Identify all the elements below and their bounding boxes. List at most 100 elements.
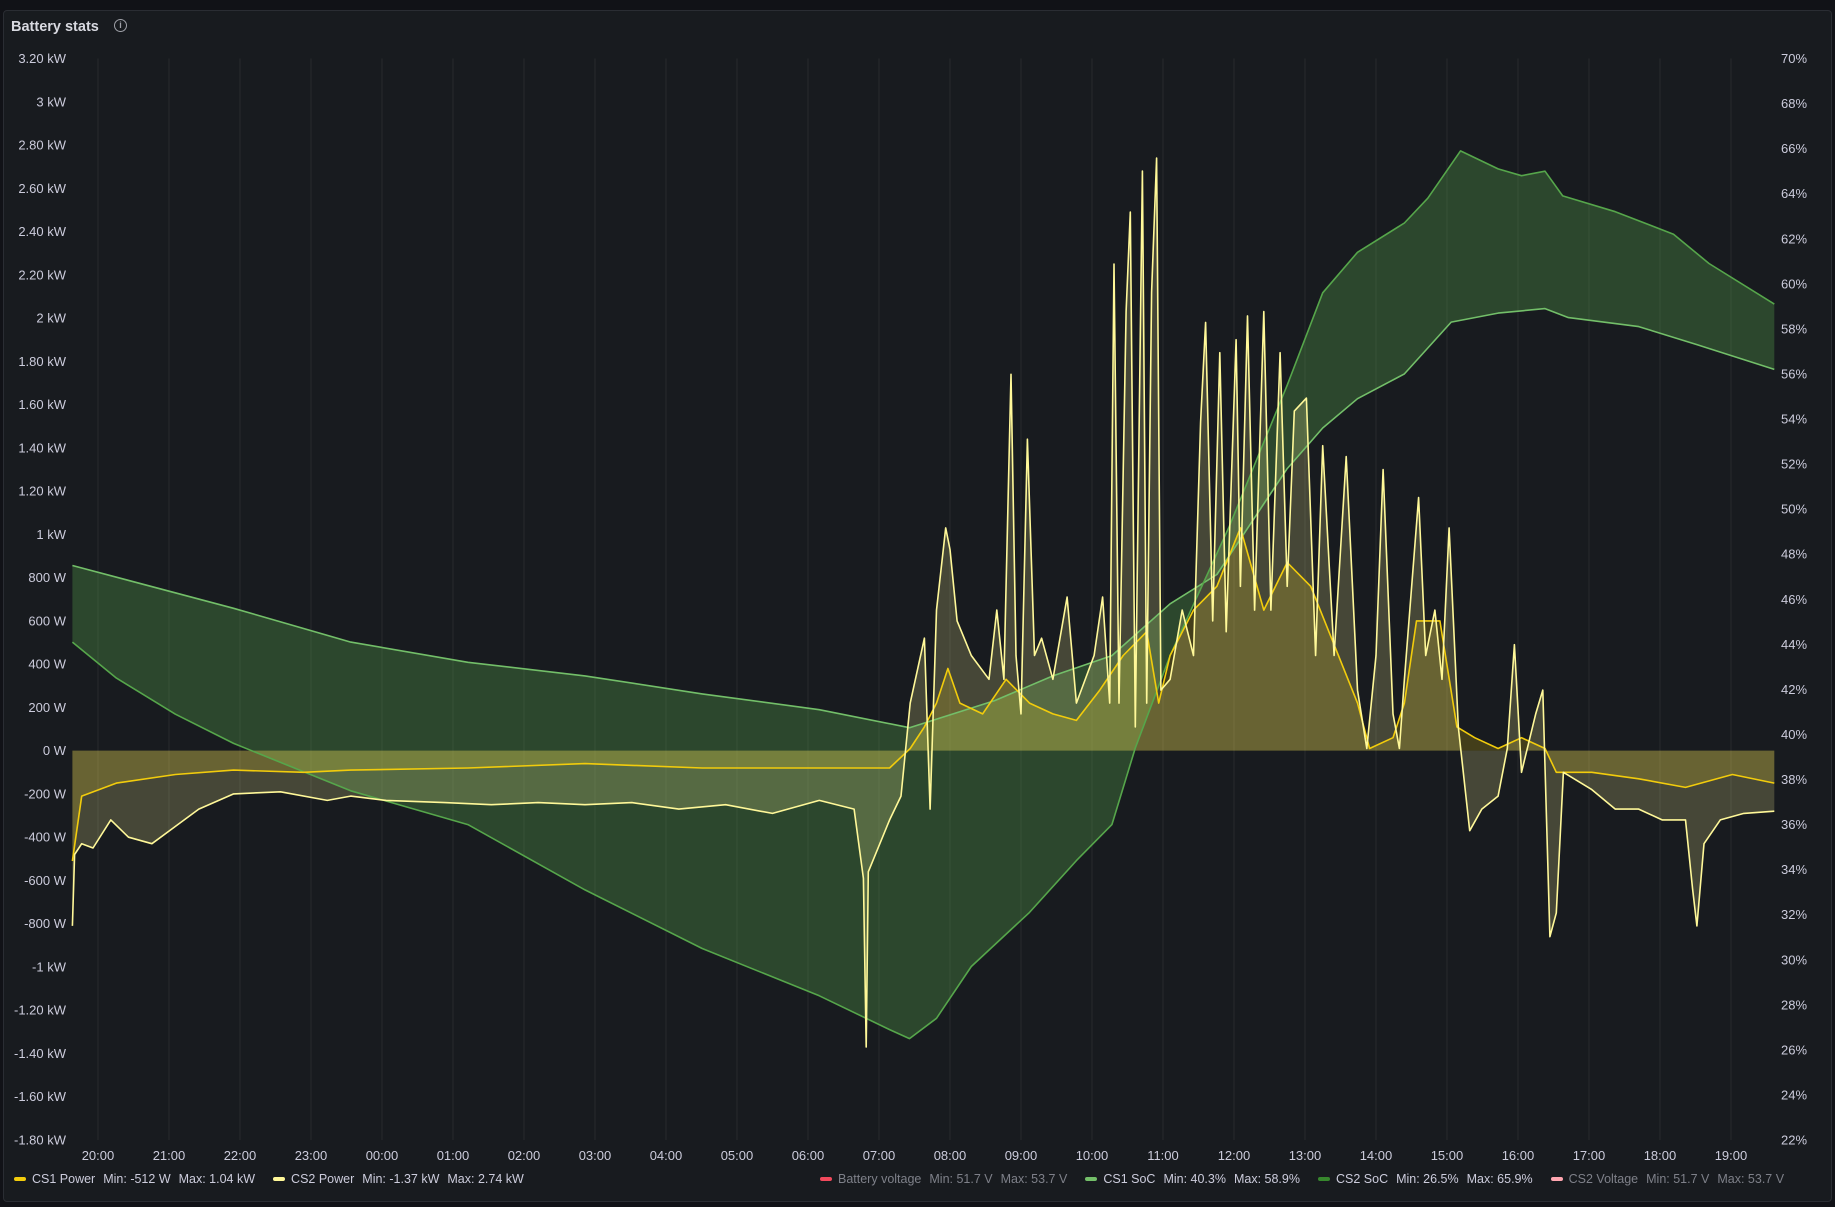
legend-left: CS1 Power Min: -512 W Max: 1.04 kW CS2 P… [14, 1172, 542, 1186]
y-left-tick-label: -800 W [24, 916, 67, 931]
y-left-tick-label: 800 W [28, 570, 66, 585]
y-right-tick-label: 58% [1781, 321, 1807, 336]
legend-swatch [1085, 1177, 1098, 1181]
y-left-tick-label: -1.80 kW [14, 1133, 67, 1148]
y-left-tick-label: -1.20 kW [14, 1003, 67, 1018]
legend-min: Min: 51.7 V [929, 1172, 993, 1186]
y-left-tick-label: 3 kW [36, 94, 66, 109]
x-tick-label: 10:00 [1076, 1148, 1109, 1163]
x-tick-label: 14:00 [1360, 1148, 1393, 1163]
x-tick-label: 11:00 [1147, 1148, 1179, 1163]
y-right-tick-label: 40% [1781, 727, 1807, 742]
legend-item-cs1-soc[interactable]: CS1 SoC Min: 40.3% Max: 58.9% [1085, 1172, 1308, 1186]
legend-min: Min: 51.7 V [1646, 1172, 1710, 1186]
legend-item-cs2-voltage[interactable]: CS2 Voltage Min: 51.7 V Max: 53.7 V [1550, 1172, 1792, 1186]
legend-label: CS1 SoC [1103, 1172, 1156, 1186]
legend-swatch [820, 1177, 832, 1181]
legend-label: Battery voltage [838, 1172, 922, 1186]
legend-label: CS2 SoC [1335, 1172, 1389, 1186]
y-right-tick-label: 66% [1781, 141, 1807, 156]
y-right-tick-label: 44% [1781, 637, 1807, 652]
legend-right: Battery voltage Min: 51.7 V Max: 53.7 V … [820, 1172, 1802, 1186]
x-tick-label: 16:00 [1502, 1148, 1535, 1163]
y-right-tick-label: 28% [1781, 997, 1807, 1012]
y-right-tick-label: 70% [1781, 51, 1807, 66]
x-tick-label: 22:00 [224, 1148, 257, 1163]
legend-max: Max: 53.7 V [1717, 1172, 1785, 1186]
legend-label: CS1 Power [32, 1172, 96, 1186]
y-left-tick-label: 600 W [28, 613, 66, 628]
y-left-tick-label: 2.20 kW [18, 267, 66, 282]
y-left-tick-label: 2 kW [36, 311, 66, 326]
legend-min: Min: -1.37 kW [362, 1172, 440, 1186]
legend-max: Max: 53.7 V [1000, 1172, 1068, 1186]
y-left-tick-label: 3.20 kW [18, 51, 66, 66]
y-left-tick-label: 2.60 kW [18, 181, 66, 196]
battery-chart: 20:00 21:00 22:00 23:00 00:00 01:00 02:00 03:00… [14, 51, 1807, 1163]
y-right-tick-label: 50% [1781, 502, 1807, 517]
y-right-tick-label: 48% [1781, 547, 1807, 562]
x-tick-label: 21:00 [153, 1148, 186, 1163]
x-tick-label: 09:00 [1005, 1148, 1038, 1163]
x-tick-label: 15:00 [1431, 1148, 1464, 1163]
y-left-tick-label: -600 W [24, 873, 67, 888]
legend-max: Max: 65.9% [1466, 1172, 1533, 1186]
legend-min: Min: -512 W [103, 1172, 171, 1186]
y-right-tick-label: 62% [1781, 231, 1807, 246]
y-left-tick-label: 1.40 kW [18, 440, 66, 455]
x-tick-label: 17:00 [1573, 1148, 1606, 1163]
y-right-tick-label: 52% [1781, 457, 1807, 472]
legend-swatch [14, 1177, 26, 1181]
y-left-tick-label: 0 W [43, 743, 67, 758]
soc-band-fill [72, 150, 1775, 1039]
y-left-tick-label: 2.40 kW [18, 224, 66, 239]
y-left-tick-label: -400 W [24, 830, 67, 845]
y-right-tick-label: 64% [1781, 186, 1807, 201]
legend-item-battery-voltage[interactable]: Battery voltage Min: 51.7 V Max: 53.7 V [820, 1172, 1075, 1186]
x-tick-label: 05:00 [721, 1148, 754, 1163]
legend-min: Min: 26.5% [1396, 1172, 1459, 1186]
x-tick-label: 02:00 [508, 1148, 541, 1163]
x-tick-label: 23:00 [295, 1148, 328, 1163]
x-tick-label: 18:00 [1644, 1148, 1677, 1163]
x-tick-label: 13:00 [1289, 1148, 1322, 1163]
x-tick-label: 06:00 [792, 1148, 825, 1163]
legend-label: CS2 Voltage [1568, 1172, 1639, 1186]
legend-max: Max: 58.9% [1233, 1172, 1300, 1186]
x-tick-label: 03:00 [579, 1148, 612, 1163]
y-right-tick-label: 56% [1781, 366, 1807, 381]
y-right-tick-label: 34% [1781, 862, 1807, 877]
y-right-tick-label: 22% [1781, 1133, 1807, 1148]
y-right-tick-label: 54% [1781, 412, 1807, 427]
y-right-tick-label: 24% [1781, 1087, 1807, 1102]
y-left-tick-label: -1.40 kW [14, 1046, 67, 1061]
y-right-tick-label: 38% [1781, 772, 1807, 787]
x-tick-label: 19:00 [1715, 1148, 1748, 1163]
x-tick-label: 01:00 [437, 1148, 470, 1163]
x-tick-label: 07:00 [863, 1148, 896, 1163]
legend-label: CS2 Power [291, 1172, 355, 1186]
y-left-tick-label: 1 kW [36, 527, 66, 542]
legend-min: Min: 40.3% [1163, 1172, 1226, 1186]
y-right-tick-label: 30% [1781, 952, 1807, 967]
x-tick-label: 20:00 [82, 1148, 115, 1163]
y-right-tick-label: 68% [1781, 96, 1807, 111]
y-left-tick-label: 1.20 kW [18, 484, 66, 499]
y-left-tick-label: 200 W [28, 700, 66, 715]
y-right-tick-label: 26% [1781, 1042, 1807, 1057]
x-tick-label: 04:00 [650, 1148, 683, 1163]
y-right-tick-label: 46% [1781, 592, 1807, 607]
y-left-tick-label: 1.80 kW [18, 354, 66, 369]
y-right-tick-label: 32% [1781, 907, 1807, 922]
x-tick-label: 08:00 [934, 1148, 967, 1163]
y-right-tick-label: 60% [1781, 276, 1807, 291]
legend-swatch [1550, 1177, 1563, 1181]
y-right-tick-label: 42% [1781, 682, 1807, 697]
legend-swatch [273, 1177, 286, 1181]
legend-item-cs2-power[interactable]: CS2 Power Min: -1.37 kW Max: 2.74 kW [273, 1172, 532, 1186]
x-tick-label: 12:00 [1218, 1148, 1251, 1163]
legend-item-cs2-soc[interactable]: CS2 SoC Min: 26.5% Max: 65.9% [1317, 1172, 1541, 1186]
y-left-tick-label: 2.80 kW [18, 138, 66, 153]
legend-max: Max: 2.74 kW [447, 1172, 524, 1186]
legend-item-cs1-power[interactable]: CS1 Power Min: -512 W Max: 1.04 kW [14, 1172, 263, 1186]
